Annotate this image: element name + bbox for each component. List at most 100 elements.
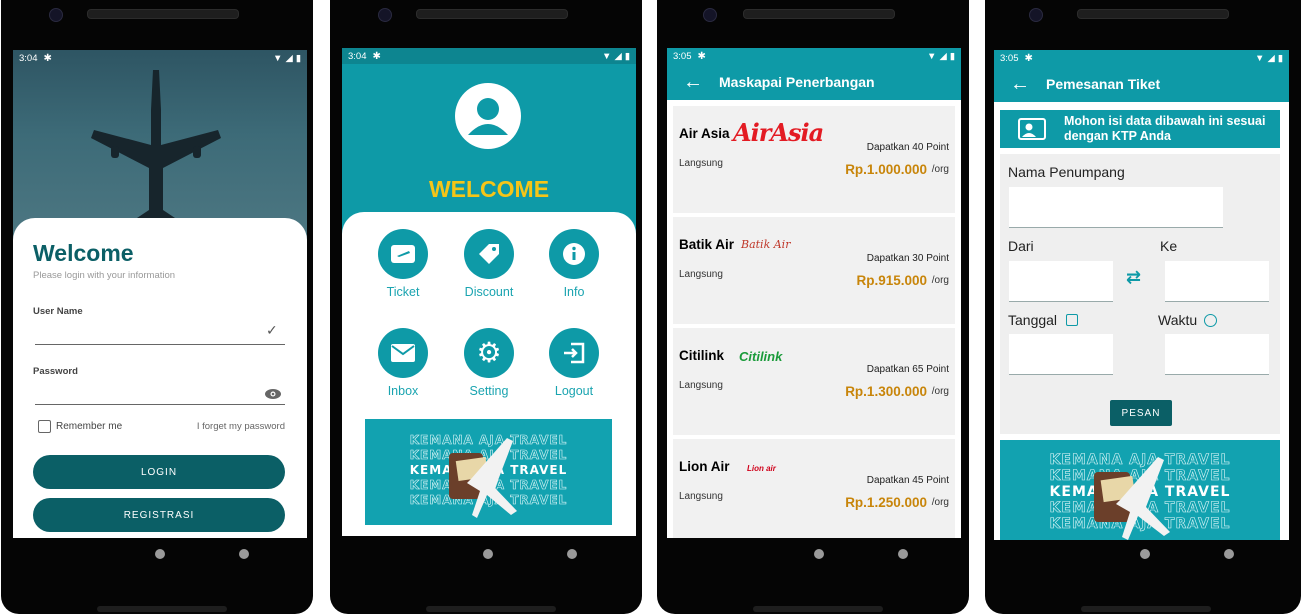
- airline-card-airasia[interactable]: Air Asia AirAsia Langsung Dapatkan 40 Po…: [673, 106, 955, 213]
- phone-home: 3:04 ✱ ▼ ◢ ▮ WELCOME Ticket Discount Info: [330, 0, 642, 614]
- username-label: User Name: [33, 306, 83, 317]
- login-screen: 3:04 ✱ ▼ ◢ ▮ Welcome Please login with you…: [13, 50, 307, 538]
- airline-name: Lion Air: [679, 459, 730, 474]
- status-icons: ▼ ◢ ▮: [602, 51, 630, 62]
- ticket-icon: [391, 245, 415, 263]
- signal-icon: ◢: [285, 52, 293, 64]
- airline-name: Batik Air: [679, 237, 735, 252]
- nav-home-button[interactable]: [483, 549, 493, 559]
- passport-plane-icon: [449, 438, 517, 518]
- calendar-icon[interactable]: [1066, 314, 1078, 326]
- status-bar: 3:04 ✱ ▼ ◢ ▮: [342, 48, 636, 64]
- nav-recents-button[interactable]: [239, 549, 249, 559]
- avatar-icon[interactable]: [455, 83, 521, 149]
- forgot-password-link[interactable]: I forget my password: [197, 421, 285, 432]
- info-tile[interactable]: [549, 229, 599, 279]
- airlines-screen: 3:05 ✱ ▼ ◢ ▮ ← Maskapai Penerbangan Air As…: [667, 48, 961, 538]
- login-card: Welcome Please login with your informati…: [13, 218, 307, 538]
- points-text: Dapatkan 65 Point: [866, 364, 949, 375]
- status-time: 3:05: [673, 50, 692, 62]
- eye-icon[interactable]: [265, 386, 281, 399]
- time-label: Waktu: [1158, 312, 1198, 328]
- battery-icon: ▮: [949, 50, 955, 62]
- front-camera: [703, 8, 717, 22]
- flight-type: Langsung: [679, 269, 723, 280]
- menu-card: Ticket Discount Info Inbox ⚙ Setting Log…: [342, 212, 636, 536]
- to-input[interactable]: [1165, 261, 1269, 302]
- ticket-label: Ticket: [386, 285, 420, 299]
- clock-icon[interactable]: [1204, 314, 1217, 327]
- airline-card-batikair[interactable]: Batik Air Batik Air Langsung Dapatkan 30…: [673, 217, 955, 324]
- front-camera: [1029, 8, 1043, 22]
- welcome-heading: WELCOME: [428, 176, 550, 202]
- nav-recents-button[interactable]: [567, 549, 577, 559]
- flight-type: Langsung: [679, 380, 723, 391]
- airasia-logo: AirAsia: [733, 118, 824, 147]
- nav-home-button[interactable]: [155, 549, 165, 559]
- register-button[interactable]: REGISTRASI: [33, 498, 285, 532]
- date-input[interactable]: [1009, 334, 1113, 375]
- citilink-logo: Citilink: [739, 349, 783, 364]
- swap-icon[interactable]: ⇄: [1126, 267, 1141, 288]
- setting-tile[interactable]: ⚙: [464, 328, 514, 378]
- lionair-logo: Lion air: [747, 464, 776, 473]
- home-screen: 3:04 ✱ ▼ ◢ ▮ WELCOME Ticket Discount Info: [342, 48, 636, 536]
- page-title: Pemesanan Tiket: [1046, 76, 1161, 92]
- nav-recents-button[interactable]: [1224, 549, 1234, 559]
- wifi-icon: ▼: [273, 52, 283, 64]
- status-icons: ▼ ◢ ▮: [1255, 53, 1283, 64]
- flight-type: Langsung: [679, 158, 723, 169]
- earpiece: [416, 9, 568, 19]
- passenger-name-input[interactable]: [1009, 187, 1223, 228]
- airline-card-lionair[interactable]: Lion Air Lion air Langsung Dapatkan 45 P…: [673, 439, 955, 538]
- passport-plane-icon: [1094, 457, 1170, 540]
- bottom-speaker: [426, 606, 556, 612]
- remember-checkbox[interactable]: [38, 420, 51, 433]
- ticket-tile[interactable]: [378, 229, 428, 279]
- airline-card-citilink[interactable]: Citilink Citilink Langsung Dapatkan 65 P…: [673, 328, 955, 435]
- app-bar: ← Maskapai Penerbangan: [667, 64, 961, 100]
- notice-text: Mohon isi data dibawah ini sesuai dengan…: [1064, 114, 1266, 143]
- login-button[interactable]: LOGIN: [33, 455, 285, 489]
- back-arrow-icon[interactable]: ←: [994, 73, 1046, 96]
- login-subtitle: Please login with your information: [33, 270, 176, 281]
- to-label: Ke: [1160, 238, 1178, 254]
- nav-recents-button[interactable]: [898, 549, 908, 559]
- nav-home-button[interactable]: [1140, 549, 1150, 559]
- id-card-icon: [1018, 118, 1046, 140]
- inbox-tile[interactable]: [378, 328, 428, 378]
- pesan-button[interactable]: PESAN: [1110, 400, 1172, 426]
- discount-tile[interactable]: [464, 229, 514, 279]
- price-unit: /org: [931, 386, 949, 397]
- logout-icon: [564, 342, 585, 364]
- settings-status-icon: ✱: [43, 52, 52, 64]
- travel-banner[interactable]: KEMANA AJA TRAVEL KEMANA AJA TRAVEL KEMA…: [365, 419, 612, 525]
- password-input[interactable]: [35, 382, 285, 405]
- front-camera: [378, 8, 392, 22]
- travel-banner[interactable]: KEMANA AJA TRAVEL KEMANA AJA TRAVEL KEMA…: [1000, 440, 1280, 540]
- password-label: Password: [33, 366, 78, 377]
- battery-icon: ▮: [295, 52, 301, 64]
- batikair-logo: Batik Air: [741, 238, 791, 251]
- front-camera: [49, 8, 63, 22]
- price-unit: /org: [931, 164, 949, 175]
- system-nav-bar: [669, 546, 963, 562]
- time-input[interactable]: [1165, 334, 1269, 375]
- back-arrow-icon[interactable]: ←: [667, 71, 719, 94]
- logout-label: Logout: [554, 384, 594, 398]
- signal-icon: ◢: [1267, 52, 1275, 64]
- info-label: Info: [563, 285, 585, 299]
- logout-tile[interactable]: [549, 328, 599, 378]
- airplane-silhouette-icon: [91, 70, 221, 228]
- from-input[interactable]: [1009, 261, 1113, 302]
- price-text: Rp.1.250.000: [845, 495, 927, 510]
- booking-screen: 3:05 ✱ ▼ ◢ ▮ ← Pemesanan Tiket Mohon isi d…: [994, 50, 1289, 540]
- username-input[interactable]: [35, 322, 285, 345]
- discount-label: Discount: [464, 285, 514, 299]
- phone-login: 3:04 ✱ ▼ ◢ ▮ Welcome Please login with you…: [1, 0, 313, 614]
- airplane-photo: [13, 50, 307, 240]
- signal-icon: ◢: [939, 50, 947, 62]
- nav-home-button[interactable]: [814, 549, 824, 559]
- check-icon: ✓: [266, 322, 278, 338]
- price-text: Rp.1.300.000: [845, 384, 927, 399]
